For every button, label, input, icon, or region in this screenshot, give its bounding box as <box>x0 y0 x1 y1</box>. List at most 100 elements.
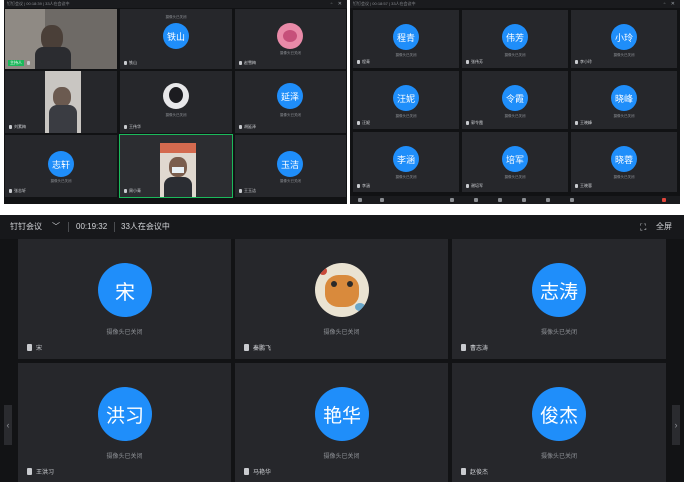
mic-icon <box>27 344 32 351</box>
avatar-image <box>315 263 369 317</box>
chevron-down-icon[interactable]: ﹀ <box>52 215 60 239</box>
meeting-window-left: 钉钉会议 | 00:18:39 | 33人在会议中 ▫ ✕ 主持人 铁山 摄像头… <box>4 0 347 204</box>
participant-tile[interactable]: 摄像头已关闭 王伟华 <box>120 71 232 133</box>
share-screen-icon[interactable] <box>450 198 454 202</box>
participant-name: 胡延泽 <box>244 124 256 129</box>
avatar: 志涛 <box>532 263 586 317</box>
participant-tile[interactable]: 摄像头已关闭 秦鹏飞 <box>235 239 448 359</box>
app-name: 钉钉会议 <box>10 222 42 231</box>
participant-tile[interactable]: 志轩 摄像头已关闭 张志轩 <box>5 135 117 197</box>
record-icon[interactable] <box>522 198 526 202</box>
participant-tile[interactable]: 铁山 摄像头已关闭 铁山 <box>120 9 232 69</box>
mic-icon <box>239 125 242 129</box>
participant-name: 刘素梅 <box>14 124 26 129</box>
camera-off-label: 摄像头已关闭 <box>50 179 72 183</box>
participant-name: 谢培军 <box>471 183 483 188</box>
participant-name: 曹志涛 <box>470 346 489 352</box>
avatar: 程青 <box>393 24 419 50</box>
participant-tile[interactable]: 晓蓉 摄像头已关闭 王晓蓉 <box>571 132 677 192</box>
participant-tile[interactable]: 培军 摄像头已关闭 谢培军 <box>462 132 568 192</box>
participant-tile[interactable]: 主持人 <box>5 9 117 69</box>
leave-meeting-icon[interactable] <box>662 198 666 202</box>
camera-off-label: 摄像头已关闭 <box>504 114 526 118</box>
person-video <box>45 71 81 133</box>
camera-off-label: 摄像头已关闭 <box>540 330 577 336</box>
avatar-image <box>277 23 303 49</box>
camera-off-label: 摄像头已关闭 <box>280 113 301 117</box>
avatar: 玉洁 <box>277 151 303 177</box>
mic-icon <box>9 125 12 129</box>
participant-tile[interactable]: 刘素梅 <box>5 71 117 133</box>
window-controls-icon[interactable]: ▫ ✕ <box>664 0 677 8</box>
chat-icon[interactable] <box>498 198 502 202</box>
mic-icon <box>461 468 466 475</box>
mic-icon <box>124 189 127 193</box>
participant-tile[interactable]: 晓峰 摄像头已关闭 王晓峰 <box>571 71 677 129</box>
participant-name: 赵俊杰 <box>470 470 489 476</box>
participant-tile-active[interactable]: 周小青 <box>119 134 233 198</box>
participant-tile[interactable]: 艳华 摄像头已关闭 马艳华 <box>235 363 448 482</box>
next-page-icon[interactable]: › <box>672 405 680 445</box>
camera-off-label: 摄像头已关闭 <box>504 53 526 57</box>
fullscreen-button[interactable]: 全屏 <box>656 215 672 239</box>
participant-count[interactable]: 33人在会议中 <box>121 215 170 239</box>
avatar: 洪习 <box>98 387 152 441</box>
participant-tile[interactable]: 令霞 摄像头已关闭 郭令霞 <box>462 71 568 129</box>
participant-name: 王晓峰 <box>580 120 592 125</box>
avatar: 铁山 <box>163 23 189 49</box>
participant-tile[interactable]: 程青 摄像头已关闭 程青 <box>353 10 459 68</box>
window-titlebar: 钉钉会议 | 00:18:57 | 33人在会议中 ▫ ✕ <box>350 0 680 8</box>
participant-tile[interactable]: 摄像头已关闭 赵雪梅 <box>235 9 346 69</box>
window-title: 钉钉会议 | 00:18:39 | 33人在会议中 <box>7 1 70 6</box>
participant-tile[interactable]: 玉洁 摄像头已关闭 王玉洁 <box>235 135 346 197</box>
participant-tile[interactable]: 洪习 摄像头已关闭 王洪习 <box>18 363 231 482</box>
participant-tile[interactable]: 伟芳 摄像头已关闭 张伟芳 <box>462 10 568 68</box>
participants-icon[interactable] <box>474 198 478 202</box>
mic-icon <box>466 184 469 188</box>
window-title: 钉钉会议 | 00:18:57 | 33人在会议中 <box>353 1 416 6</box>
camera-off-label: 摄像头已关闭 <box>165 15 187 19</box>
meeting-header: 钉钉会议 ﹀ 00:19:32 33人在会议中 ⛶ 全屏 <box>0 215 684 239</box>
participant-tile[interactable]: 俊杰 摄像头已关闭 赵俊杰 <box>452 363 666 482</box>
participant-tile[interactable]: 汪妮 摄像头已关闭 汪妮 <box>353 71 459 129</box>
settings-icon[interactable] <box>546 198 550 202</box>
camera-off-label: 摄像头已关闭 <box>504 175 526 179</box>
participant-name: 秦鹏飞 <box>253 346 272 352</box>
avatar: 晓蓉 <box>611 146 637 172</box>
mic-toggle-icon[interactable] <box>358 198 362 202</box>
mic-icon <box>244 344 249 351</box>
meeting-window-right: 钉钉会议 | 00:18:57 | 33人在会议中 ▫ ✕ 程青 摄像头已关闭 … <box>350 0 680 204</box>
participant-tile[interactable]: 小玲 摄像头已关闭 李小玲 <box>571 10 677 68</box>
participant-tile[interactable]: 延泽 摄像头已关闭 胡延泽 <box>235 71 346 133</box>
window-titlebar: 钉钉会议 | 00:18:39 | 33人在会议中 ▫ ✕ <box>4 0 347 8</box>
camera-toggle-icon[interactable] <box>380 198 384 202</box>
participant-name: 程青 <box>362 59 370 64</box>
participant-name: 郭令霞 <box>471 120 483 125</box>
participant-name: 王伟华 <box>129 124 141 129</box>
mic-icon <box>575 121 578 125</box>
meeting-timer: 00:19:32 <box>76 222 108 231</box>
participant-name: 宋 <box>36 346 43 352</box>
participant-name: 李小玲 <box>580 59 592 64</box>
camera-off-label: 摄像头已关闭 <box>106 454 143 460</box>
participant-tile[interactable]: 志涛 摄像头已关闭 曹志涛 <box>452 239 666 359</box>
participant-tile[interactable]: 李涵 摄像头已关闭 李涵 <box>353 132 459 192</box>
participant-tile[interactable]: 宋 摄像头已关闭 宋 <box>18 239 231 359</box>
participant-name: 王玉洁 <box>244 188 256 193</box>
camera-off-label: 摄像头已关闭 <box>613 53 635 57</box>
participant-name: 张伟芳 <box>471 59 483 64</box>
mic-icon <box>357 184 360 188</box>
camera-off-label: 摄像头已关闭 <box>395 175 417 179</box>
prev-page-icon[interactable]: ‹ <box>4 405 12 445</box>
person-video <box>160 143 196 197</box>
mic-icon <box>9 189 12 193</box>
camera-off-label: 摄像头已关闭 <box>280 179 301 183</box>
window-controls-icon[interactable]: ▫ ✕ <box>331 0 344 8</box>
participant-name: 汪妮 <box>362 120 370 125</box>
fullscreen-icon[interactable]: ⛶ <box>640 215 646 239</box>
more-icon[interactable] <box>570 198 574 202</box>
avatar: 培军 <box>502 146 528 172</box>
camera-off-label: 摄像头已关闭 <box>165 113 187 117</box>
avatar: 晓峰 <box>611 85 637 111</box>
camera-off-label: 摄像头已关闭 <box>395 53 417 57</box>
